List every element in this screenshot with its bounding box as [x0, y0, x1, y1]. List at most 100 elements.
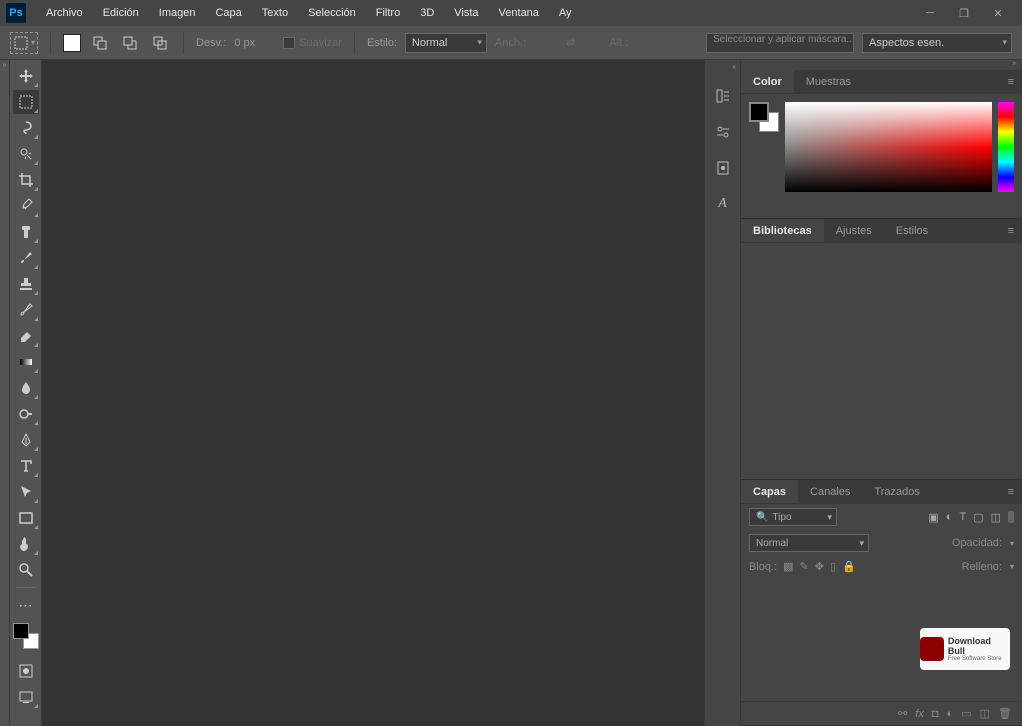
panel-foreground-swatch[interactable]: [749, 102, 769, 122]
zoom-tool[interactable]: [13, 558, 39, 582]
type-tool[interactable]: [13, 454, 39, 478]
new-layer-icon[interactable]: ◫: [980, 707, 990, 720]
menu-capa[interactable]: Capa: [205, 3, 251, 23]
menu-3d[interactable]: 3D: [410, 3, 444, 23]
chevron-down-icon[interactable]: ▾: [1010, 562, 1014, 571]
subtract-selection-icon[interactable]: [119, 32, 141, 54]
filter-pixel-icon[interactable]: ▣: [928, 511, 938, 524]
lock-image-icon[interactable]: ✎: [800, 560, 809, 573]
gradient-tool[interactable]: [13, 350, 39, 374]
feather-label: Desv.:: [196, 37, 226, 49]
eraser-tool[interactable]: [13, 324, 39, 348]
filter-shape-icon[interactable]: ▢: [973, 511, 983, 524]
brush-tool[interactable]: [13, 246, 39, 270]
separator: [16, 587, 36, 588]
tab-color[interactable]: Color: [741, 70, 794, 93]
tab-trazados[interactable]: Trazados: [862, 480, 931, 503]
dodge-tool[interactable]: [13, 402, 39, 426]
menu-seleccion[interactable]: Selección: [298, 3, 366, 23]
menu-texto[interactable]: Texto: [252, 3, 298, 23]
maximize-button[interactable]: ❐: [954, 6, 974, 20]
rectangle-tool[interactable]: [13, 506, 39, 530]
lock-position-icon[interactable]: ✥: [815, 560, 824, 573]
tab-swatches[interactable]: Muestras: [794, 70, 863, 93]
separator: [50, 32, 51, 54]
edit-toolbar-button[interactable]: ⋯: [13, 593, 39, 617]
glyphs-panel-icon[interactable]: A: [709, 190, 737, 218]
quick-select-tool[interactable]: [13, 142, 39, 166]
menu-filtro[interactable]: Filtro: [366, 3, 410, 23]
marquee-tool[interactable]: [13, 90, 39, 114]
app-logo: Ps: [6, 3, 26, 23]
tab-ajustes[interactable]: Ajustes: [824, 219, 884, 242]
collapse-panels-icon[interactable]: »: [741, 60, 1022, 70]
history-panel-icon[interactable]: [709, 82, 737, 110]
layer-mask-icon[interactable]: ◘: [932, 708, 939, 720]
eyedropper-tool[interactable]: [13, 194, 39, 218]
quick-mask-button[interactable]: [13, 659, 39, 683]
panel-menu-icon[interactable]: ≡: [1000, 76, 1022, 88]
move-tool[interactable]: [13, 64, 39, 88]
menu-imagen[interactable]: Imagen: [149, 3, 206, 23]
panel-menu-icon[interactable]: ≡: [1000, 486, 1022, 498]
layer-filter-select[interactable]: 🔍Tipo: [749, 508, 837, 526]
new-selection-icon[interactable]: [63, 34, 81, 52]
crop-tool[interactable]: [13, 168, 39, 192]
filter-adjust-icon[interactable]: ◐: [946, 511, 953, 524]
menu-vista[interactable]: Vista: [444, 3, 488, 23]
expand-tools-strip[interactable]: »: [0, 60, 10, 726]
libraries-body: [741, 243, 1022, 479]
bull-icon: [920, 637, 944, 661]
history-brush-tool[interactable]: [13, 298, 39, 322]
link-layers-icon[interactable]: ⚯: [898, 707, 907, 720]
delete-layer-icon[interactable]: 🗑: [998, 707, 1012, 720]
properties-panel-icon[interactable]: [709, 118, 737, 146]
lock-all-icon[interactable]: 🔒: [842, 560, 856, 573]
lock-artboard-icon[interactable]: ▯: [830, 560, 836, 573]
lasso-tool[interactable]: [13, 116, 39, 140]
panel-color-swatches[interactable]: [749, 102, 779, 132]
menu-ventana[interactable]: Ventana: [489, 3, 549, 23]
filter-toggle-icon[interactable]: [1008, 511, 1014, 523]
layer-fx-icon[interactable]: fx: [915, 708, 924, 720]
filter-type-icon[interactable]: T: [959, 511, 966, 524]
lock-transparency-icon[interactable]: ▩: [783, 560, 793, 573]
foreground-swatch[interactable]: [13, 623, 29, 639]
hand-tool[interactable]: [13, 532, 39, 556]
panel-menu-icon[interactable]: ≡: [1000, 225, 1022, 237]
pen-tool[interactable]: [13, 428, 39, 452]
tab-estilos[interactable]: Estilos: [884, 219, 940, 242]
menu-ayuda[interactable]: Ay: [549, 3, 582, 23]
color-spectrum[interactable]: [785, 102, 992, 192]
stamp-tool[interactable]: [13, 272, 39, 296]
chevron-down-icon[interactable]: ▾: [1010, 539, 1014, 548]
tab-canales[interactable]: Canales: [798, 480, 862, 503]
collapse-icon[interactable]: «: [732, 64, 740, 74]
device-preview-icon[interactable]: [709, 154, 737, 182]
new-group-icon[interactable]: ▭: [961, 707, 971, 720]
close-button[interactable]: ✕: [988, 6, 1008, 20]
canvas-area[interactable]: [42, 60, 704, 726]
style-select[interactable]: Normal: [405, 33, 487, 53]
hue-slider[interactable]: [998, 102, 1014, 192]
blend-mode-select[interactable]: Normal: [749, 534, 869, 552]
blur-tool[interactable]: [13, 376, 39, 400]
minimize-button[interactable]: ─: [920, 6, 940, 20]
screen-mode-button[interactable]: [13, 685, 39, 709]
color-swatches[interactable]: [13, 623, 39, 649]
checkbox-icon: [283, 37, 295, 49]
menu-edicion[interactable]: Edición: [93, 3, 149, 23]
menu-archivo[interactable]: Archivo: [36, 3, 93, 23]
tab-capas[interactable]: Capas: [741, 480, 798, 503]
feather-value[interactable]: 0 px: [234, 37, 255, 49]
filter-smart-icon[interactable]: ◫: [991, 511, 1001, 524]
current-tool-indicator[interactable]: ▾: [10, 32, 38, 54]
path-select-tool[interactable]: [13, 480, 39, 504]
new-adjustment-icon[interactable]: ◐: [947, 708, 954, 720]
healing-brush-tool[interactable]: [13, 220, 39, 244]
workspace-select[interactable]: Aspectos esen.: [862, 33, 1012, 53]
tab-bibliotecas[interactable]: Bibliotecas: [741, 219, 824, 242]
intersect-selection-icon[interactable]: [149, 32, 171, 54]
select-and-mask-button[interactable]: Seleccionar y aplicar máscara...: [706, 33, 854, 53]
add-to-selection-icon[interactable]: [89, 32, 111, 54]
